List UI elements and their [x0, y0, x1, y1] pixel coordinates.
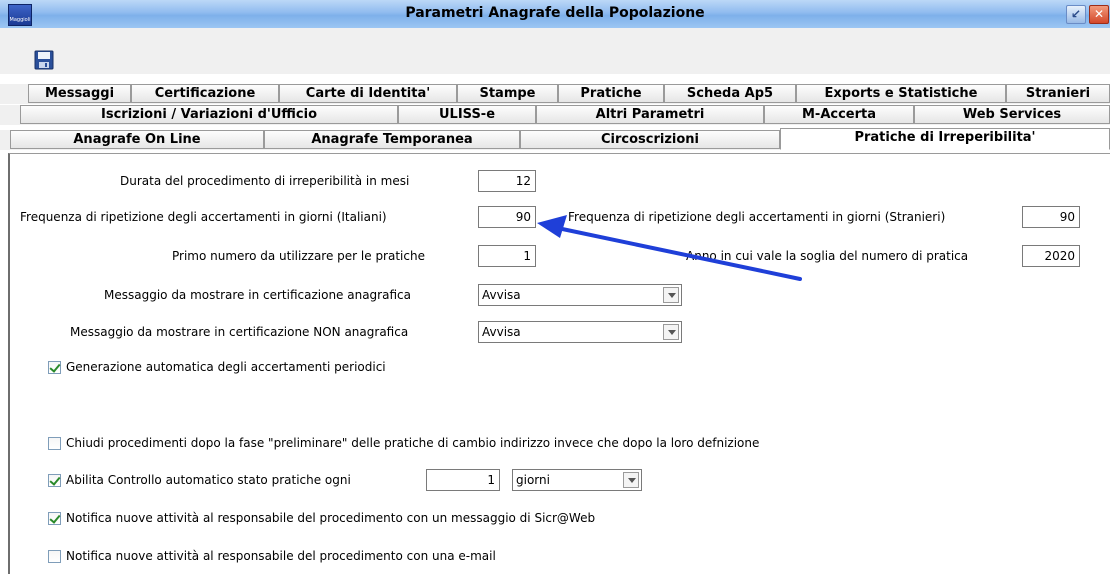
arrow-head: [537, 215, 567, 238]
arrow-shaft: [546, 224, 802, 281]
annotation-arrow: [537, 215, 802, 281]
